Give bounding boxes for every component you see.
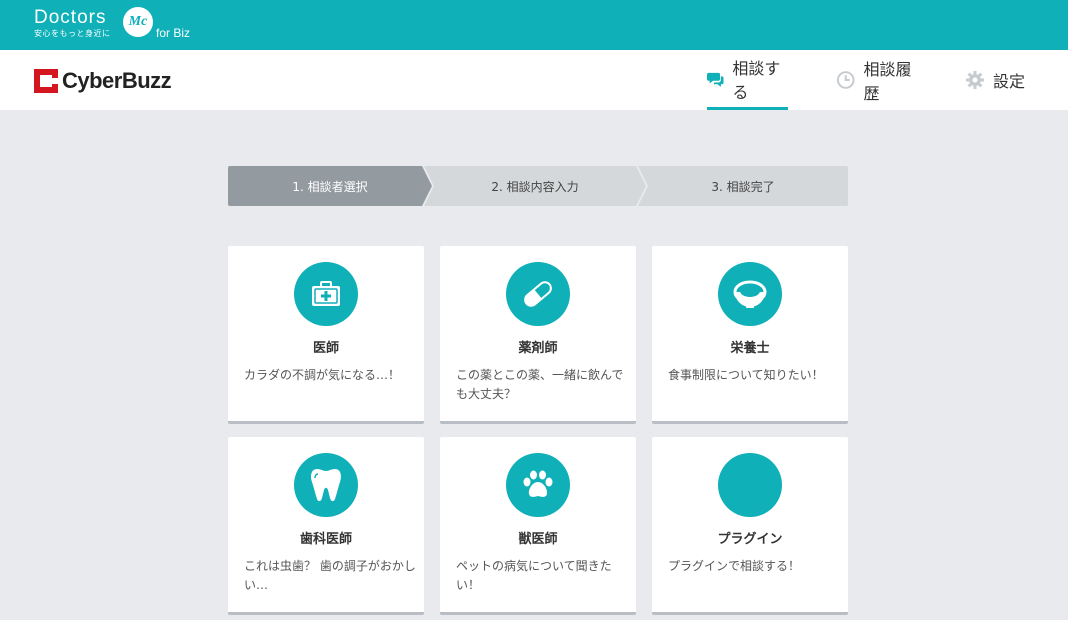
gear-icon [966,71,984,89]
doctors-me-logo[interactable]: Doctors 安心をもっと身近に Mc for Biz [34,7,190,40]
card-doctor-desc: カラダの不調が気になる…！ [244,368,401,382]
medical-kit-icon [312,281,340,306]
card-dentist-icon-circle [294,453,358,517]
card-pharmacist-icon-circle [506,262,570,326]
step-select-consultant: 1. 相談者選択 [228,166,432,206]
top-brand-bar: Doctors 安心をもっと身近に Mc for Biz [0,0,1068,50]
card-plugin-desc: プラグインで相談する！ [668,559,801,573]
header: CyberBuzz 相談する 相談履歴 設定 [0,50,1068,110]
paw-icon [523,470,553,497]
step-complete: 3. 相談完了 [638,166,848,206]
brand-mark: Mc [123,7,153,37]
company-logo-text: CyberBuzz [62,68,172,93]
company-logo-mark [34,69,58,93]
step-3-label: 3. 相談完了 [711,179,775,194]
card-veterinarian-title: 獣医師 [518,532,558,547]
dish-icon [733,280,767,308]
tooth-icon [311,469,341,502]
card-veterinarian-icon-circle [506,453,570,517]
step-enter-content: 2. 相談内容入力 [424,166,646,206]
pill-icon [524,281,552,307]
progress-steps: 1. 相談者選択 2. 相談内容入力 3. 相談完了 [228,166,848,206]
nav-settings[interactable]: 設定 [965,50,1025,110]
plugin-icon [718,453,782,517]
card-doctor-title: 医師 [312,341,339,356]
step-1-label: 1. 相談者選択 [292,179,368,194]
card-plugin-title: プラグイン [717,532,783,547]
card-dietitian-desc: 食事制限について知りたい！ [668,368,824,382]
step-2-label: 2. 相談内容入力 [491,179,579,194]
company-logo[interactable]: CyberBuzz [34,68,172,94]
card-veterinarian[interactable]: 獣医師 ペットの病気について聞きたい！ [440,437,636,615]
card-dentist-desc: これは虫歯？ 歯の調子がおかしい… [244,559,416,592]
card-doctor[interactable]: 医師 カラダの不調が気になる…！ [228,246,424,424]
card-veterinarian-desc: ペットの病気について聞きたい！ [456,559,612,592]
card-dentist-title: 歯科医師 [299,532,352,547]
card-pharmacist-desc: この薬とこの薬、一緒に飲んでも大丈夫？ [456,368,624,401]
brand-tagline: 安心をもっと身近に [34,29,111,38]
nav-history-label: 相談履歴 [863,60,912,103]
card-pharmacist-title: 薬剤師 [518,341,558,356]
chat-bubbles-icon [707,72,724,87]
nav-history[interactable]: 相談履歴 [836,50,926,110]
clock-icon [836,71,855,89]
card-dietitian-title: 栄養士 [730,341,770,356]
card-doctor-icon-circle [294,262,358,326]
brand-suffix: for Biz [156,26,191,40]
card-plugin[interactable]: プラグイン プラグインで相談する！ [652,437,848,615]
card-dentist[interactable]: 歯科医師 これは虫歯？ 歯の調子がおかしい… [228,437,424,615]
nav-consult[interactable]: 相談する [707,50,788,110]
card-pharmacist[interactable]: 薬剤師 この薬とこの薬、一緒に飲んでも大丈夫？ [440,246,636,424]
card-dietitian[interactable]: 栄養士 食事制限について知りたい！ [652,246,848,424]
card-dietitian-icon-circle [718,262,782,326]
brand-name: Doctors [34,7,107,28]
nav-consult-label: 相談する [732,58,781,102]
nav-settings-label: 設定 [993,72,1026,91]
